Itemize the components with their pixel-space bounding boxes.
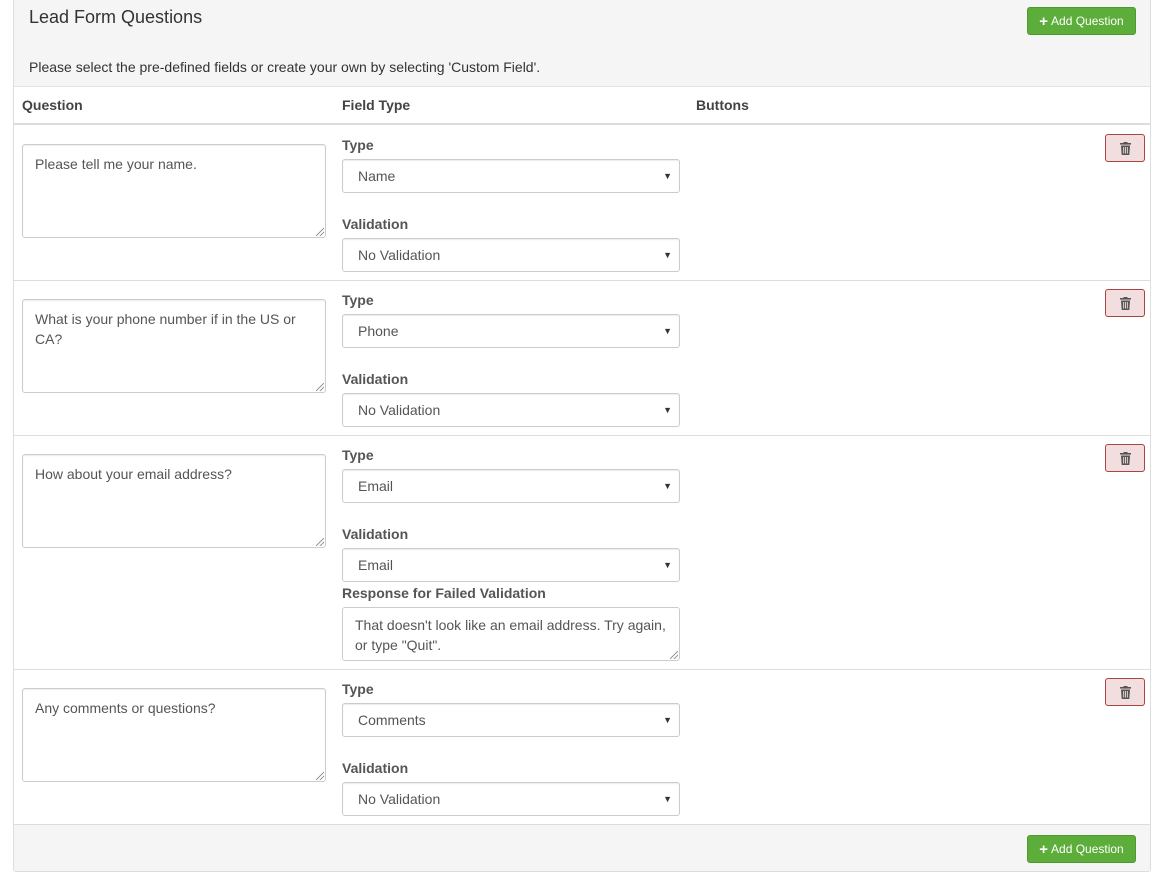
validation-label: Validation	[342, 371, 409, 387]
header-divider	[14, 123, 1150, 125]
validation-select[interactable]: No Validation ▼	[342, 782, 680, 816]
column-header-question: Question	[22, 97, 83, 113]
row-divider	[14, 435, 1150, 436]
validation-select-value: No Validation	[358, 247, 441, 263]
caret-down-icon: ▼	[663, 250, 672, 260]
row-divider	[14, 669, 1150, 670]
row-divider	[14, 280, 1150, 281]
resize-grip-icon[interactable]	[316, 772, 324, 780]
panel-heading: Lead Form Questions + Add Question Please…	[14, 0, 1150, 87]
question-textarea[interactable]: Please tell me your name.	[22, 144, 326, 238]
type-label: Type	[342, 137, 374, 153]
question-textarea[interactable]: What is your phone number if in the US o…	[22, 299, 326, 393]
add-question-label: Add Question	[1051, 14, 1124, 28]
caret-down-icon: ▼	[663, 794, 672, 804]
column-header-buttons: Buttons	[696, 97, 749, 113]
question-text: Please tell me your name.	[35, 156, 197, 172]
failed-response-textarea[interactable]: That doesn't look like an email address.…	[342, 607, 680, 661]
caret-down-icon: ▼	[663, 481, 672, 491]
panel-description: Please select the pre-defined fields or …	[29, 59, 541, 75]
delete-question-button[interactable]	[1105, 289, 1145, 317]
type-select[interactable]: Phone ▼	[342, 314, 680, 348]
failed-response-text: That doesn't look like an email address.…	[355, 617, 666, 653]
trash-icon	[1120, 142, 1131, 155]
validation-label: Validation	[342, 760, 409, 776]
validation-select-value: No Validation	[358, 402, 441, 418]
type-select-value: Phone	[358, 323, 399, 339]
question-text: Any comments or questions?	[35, 700, 216, 716]
caret-down-icon: ▼	[663, 560, 672, 570]
type-select-value: Email	[358, 478, 394, 494]
trash-icon	[1120, 297, 1131, 310]
type-label: Type	[342, 292, 374, 308]
validation-select[interactable]: No Validation ▼	[342, 393, 680, 427]
delete-question-button[interactable]	[1105, 678, 1145, 706]
add-question-button[interactable]: + Add Question	[1027, 835, 1136, 863]
validation-label: Validation	[342, 216, 409, 232]
caret-down-icon: ▼	[663, 326, 672, 336]
type-select[interactable]: Email ▼	[342, 469, 680, 503]
question-textarea[interactable]: Any comments or questions?	[22, 688, 326, 782]
delete-question-button[interactable]	[1105, 134, 1145, 162]
resize-grip-icon[interactable]	[670, 651, 678, 659]
type-select[interactable]: Name ▼	[342, 159, 680, 193]
plus-icon: +	[1039, 13, 1049, 30]
resize-grip-icon[interactable]	[316, 383, 324, 391]
type-select-value: Name	[358, 168, 396, 184]
question-text: How about your email address?	[35, 466, 232, 482]
type-select-value: Comments	[358, 712, 426, 728]
add-question-label: Add Question	[1051, 842, 1124, 856]
trash-icon	[1120, 686, 1131, 699]
plus-icon: +	[1039, 841, 1049, 858]
resize-grip-icon[interactable]	[316, 538, 324, 546]
caret-down-icon: ▼	[663, 715, 672, 725]
panel-footer: + Add Question	[14, 824, 1150, 871]
add-question-button[interactable]: + Add Question	[1027, 7, 1136, 35]
validation-select[interactable]: No Validation ▼	[342, 238, 680, 272]
validation-select-value: No Validation	[358, 791, 441, 807]
delete-question-button[interactable]	[1105, 444, 1145, 472]
question-textarea[interactable]: How about your email address?	[22, 454, 326, 548]
type-label: Type	[342, 681, 374, 697]
validation-label: Validation	[342, 526, 409, 542]
resize-grip-icon[interactable]	[316, 228, 324, 236]
validation-select[interactable]: Email ▼	[342, 548, 680, 582]
question-text: What is your phone number if in the US o…	[35, 311, 296, 347]
panel-title: Lead Form Questions	[29, 7, 203, 27]
type-select[interactable]: Comments ▼	[342, 703, 680, 737]
type-label: Type	[342, 447, 374, 463]
trash-icon	[1120, 452, 1131, 465]
failed-response-label: Response for Failed Validation	[342, 585, 546, 601]
validation-select-value: Email	[358, 557, 394, 573]
column-header-field-type: Field Type	[342, 97, 411, 113]
lead-form-panel: Lead Form Questions + Add Question Please…	[13, 0, 1151, 872]
caret-down-icon: ▼	[663, 405, 672, 415]
caret-down-icon: ▼	[663, 171, 672, 181]
